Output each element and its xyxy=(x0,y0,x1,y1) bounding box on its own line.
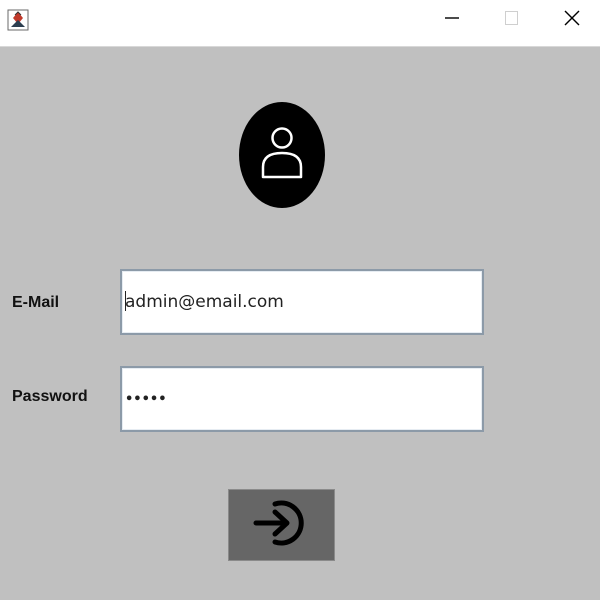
user-icon xyxy=(259,123,305,188)
sign-in-icon xyxy=(253,494,311,557)
minimize-button[interactable] xyxy=(428,0,476,40)
text-caret xyxy=(125,291,126,311)
email-value: admin@email.com xyxy=(125,292,284,312)
close-icon xyxy=(563,9,581,32)
close-button[interactable] xyxy=(548,0,596,40)
maximize-button[interactable] xyxy=(488,0,536,40)
minimize-icon xyxy=(444,10,460,31)
password-label: Password xyxy=(12,388,88,405)
login-window: E-Mail admin@email.com Password ••••• xyxy=(0,0,600,600)
title-bar xyxy=(0,0,600,47)
java-app-icon xyxy=(7,9,29,31)
maximize-icon xyxy=(504,10,520,31)
login-button[interactable] xyxy=(228,489,335,561)
password-field[interactable]: ••••• xyxy=(120,366,484,432)
email-label: E-Mail xyxy=(12,294,60,311)
avatar xyxy=(239,102,325,208)
email-field[interactable]: admin@email.com xyxy=(120,269,484,335)
password-value: ••••• xyxy=(125,392,167,407)
